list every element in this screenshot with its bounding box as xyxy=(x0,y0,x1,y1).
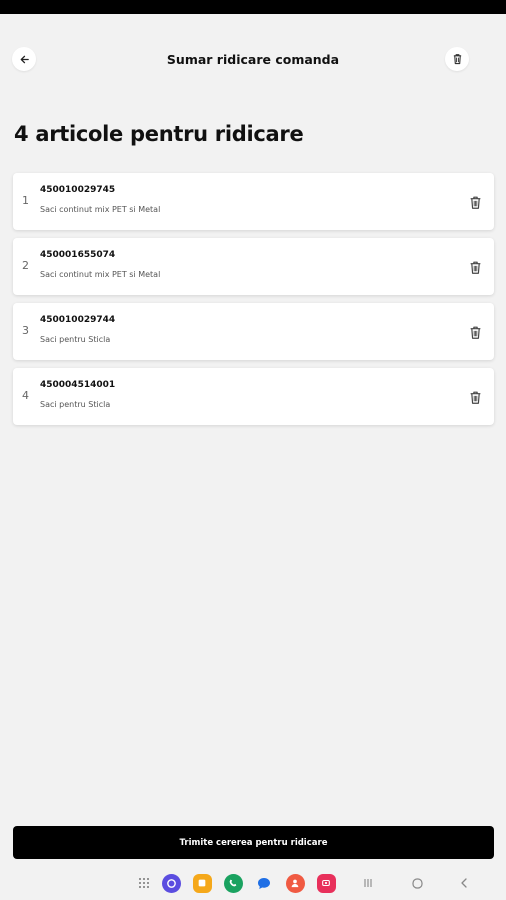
pickup-items-list: 1 450010029745 Saci continut mix PET si … xyxy=(13,173,494,433)
trash-icon xyxy=(470,196,480,209)
trash-icon xyxy=(453,54,461,65)
delete-item-button[interactable] xyxy=(466,257,484,277)
notes-app-icon[interactable] xyxy=(192,873,212,893)
submit-pickup-request-button[interactable]: Trimite cererea pentru ridicare xyxy=(13,826,494,859)
page-header-title: Sumar ridicare comanda xyxy=(166,52,340,67)
delete-item-button[interactable] xyxy=(466,387,484,407)
trash-icon xyxy=(470,326,480,339)
list-item: 2 450001655074 Saci continut mix PET si … xyxy=(13,238,494,295)
item-description: Saci continut mix PET si Metal xyxy=(40,205,161,214)
contacts-app-icon[interactable] xyxy=(285,873,305,893)
list-item: 4 450004514001 Saci pentru Sticla xyxy=(13,368,494,425)
recents-icon[interactable] xyxy=(358,873,378,893)
delete-item-button[interactable] xyxy=(466,322,484,342)
screen-recorder-app-icon[interactable] xyxy=(316,873,336,893)
internet-app-icon[interactable] xyxy=(161,873,181,893)
home-icon[interactable] xyxy=(407,873,427,893)
item-index: 2 xyxy=(22,259,29,272)
system-navigation-bar xyxy=(0,866,506,900)
item-index: 1 xyxy=(22,194,29,207)
messages-app-icon[interactable] xyxy=(254,873,274,893)
item-code: 450010029744 xyxy=(40,315,116,325)
item-description: Saci pentru Sticla xyxy=(40,335,111,344)
trash-icon xyxy=(470,261,480,274)
header: Sumar ridicare comanda xyxy=(0,44,506,76)
page-title: 4 articole pentru ridicare xyxy=(14,122,304,146)
nav-back-icon[interactable] xyxy=(454,873,474,893)
item-code: 450010029745 xyxy=(40,185,116,195)
list-item: 1 450010029745 Saci continut mix PET si … xyxy=(13,173,494,230)
item-code: 450004514001 xyxy=(40,380,116,390)
delete-all-button[interactable] xyxy=(445,47,469,71)
phone-app-icon[interactable] xyxy=(223,873,243,893)
trash-icon xyxy=(470,391,480,404)
delete-item-button[interactable] xyxy=(466,192,484,212)
status-bar xyxy=(0,0,506,14)
app-drawer-icon[interactable] xyxy=(134,873,154,893)
list-item: 3 450010029744 Saci pentru Sticla xyxy=(13,303,494,360)
item-index: 4 xyxy=(22,389,29,402)
item-index: 3 xyxy=(22,324,29,337)
item-description: Saci continut mix PET si Metal xyxy=(40,270,161,279)
item-code: 450001655074 xyxy=(40,250,116,260)
item-description: Saci pentru Sticla xyxy=(40,400,111,409)
